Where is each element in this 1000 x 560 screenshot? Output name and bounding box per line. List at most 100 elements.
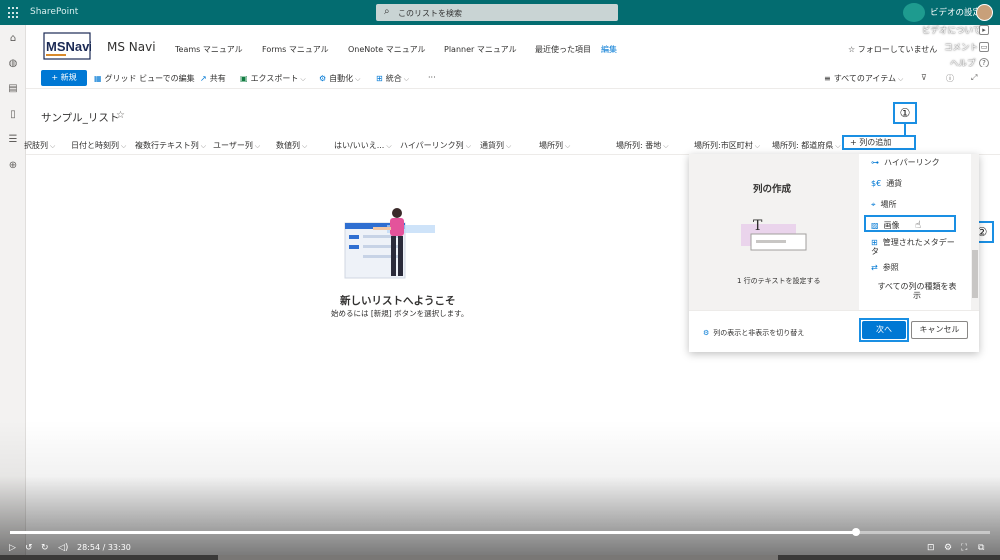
empty-state-title: 新しいリストへようこそ bbox=[340, 295, 456, 307]
cursor-hand-icon: ☝ bbox=[915, 220, 922, 231]
comment-icon[interactable]: ▭ bbox=[979, 42, 989, 52]
cancel-button[interactable]: キャンセル bbox=[911, 321, 968, 339]
view-icon: ≡ bbox=[824, 74, 831, 83]
new-button[interactable]: + 新規 bbox=[41, 70, 87, 86]
captions-icon[interactable]: ⊡ bbox=[927, 543, 935, 553]
column-header-number[interactable]: 数値列 ⌵ bbox=[276, 140, 307, 151]
fullscreen-icon[interactable]: ⛶ bbox=[961, 543, 967, 553]
automate-icon: ⚙ bbox=[319, 74, 327, 83]
nav-onenote[interactable]: OneNote マニュアル bbox=[348, 44, 426, 55]
column-header-street[interactable]: 場所列: 番地 ⌵ bbox=[616, 140, 669, 151]
app-launcher-icon[interactable] bbox=[8, 7, 20, 19]
brand-name[interactable]: SharePoint bbox=[30, 7, 78, 17]
nav-recent[interactable]: 最近使った項目 bbox=[535, 44, 591, 55]
export-button[interactable]: ▣ エクスポート ⌵ bbox=[240, 73, 306, 84]
site-logo[interactable]: MSNavi bbox=[43, 32, 91, 60]
type-managed-metadata[interactable]: ⊞ 管理されたメタデータ bbox=[871, 238, 959, 256]
lookup-icon: ⇄ bbox=[871, 263, 878, 272]
video-controls-gradient bbox=[0, 420, 1000, 560]
popout-icon[interactable]: ⧉ bbox=[978, 543, 984, 553]
comment-label[interactable]: コメント bbox=[944, 41, 978, 53]
video-time: 28:54 / 33:30 bbox=[77, 543, 131, 552]
nav-planner[interactable]: Planner マニュアル bbox=[444, 44, 517, 55]
more-button[interactable]: ··· bbox=[428, 73, 436, 82]
text-column-preview-icon: T bbox=[741, 218, 807, 251]
nav-forms[interactable]: Forms マニュアル bbox=[262, 44, 329, 55]
nav-edit[interactable]: 編集 bbox=[601, 44, 617, 55]
create-column-panel: 列の作成 T 1 行のテキストを設定する ⊶ ハイパーリンク $€ 通貨 ⌖ 場所 ▨… bbox=[689, 154, 979, 352]
column-preview-pane: 列の作成 T 1 行のテキストを設定する bbox=[689, 154, 859, 310]
callout-1: ① bbox=[893, 102, 917, 124]
news-icon[interactable]: ▤ bbox=[7, 83, 19, 95]
type-currency[interactable]: $€ 通貨 bbox=[871, 178, 902, 189]
column-type-list: ⊶ ハイパーリンク $€ 通貨 ⌖ 場所 ▨ 画像 ⊞ 管理されたメタデータ ⇄ 参照 すべ… bbox=[859, 154, 979, 310]
command-bar: + 新規 ▦ グリッド ビューでの編集 ↗ 共有 ▣ エクスポート ⌵ ⚙ 自動化 ⌵ ⊞ 統… bbox=[26, 67, 1000, 89]
site-title[interactable]: MS Navi bbox=[107, 40, 156, 54]
document-icon[interactable]: ▯ bbox=[7, 109, 19, 121]
view-label: すべてのアイテム bbox=[833, 74, 897, 83]
empty-state-subtitle: 始めるには [新規] ボタンを選択します。 bbox=[331, 309, 469, 318]
filter-icon[interactable]: ⊽ bbox=[921, 73, 927, 82]
info-icon[interactable]: ⓘ bbox=[946, 73, 954, 84]
grid-icon: ▦ bbox=[94, 74, 102, 83]
nav-teams[interactable]: Teams マニュアル bbox=[175, 44, 243, 55]
favorite-star-icon[interactable]: ☆ bbox=[116, 110, 125, 121]
add-column-button[interactable]: + 列の追加 bbox=[842, 135, 916, 150]
column-header-multiline[interactable]: 複数行テキスト列 ⌵ bbox=[135, 140, 206, 151]
list-title[interactable]: サンプル_リスト bbox=[41, 110, 119, 125]
video-settings-label[interactable]: ビデオの設定 bbox=[930, 6, 981, 18]
show-all-column-types[interactable]: すべての列の種類を表示 bbox=[877, 282, 957, 300]
globe-icon[interactable]: ◍ bbox=[7, 58, 19, 70]
preview-description: 1 行のテキストを設定する bbox=[737, 277, 821, 285]
forward-icon[interactable]: ↻ bbox=[41, 543, 49, 553]
share-button[interactable]: ↗ 共有 bbox=[200, 73, 226, 84]
column-header-currency[interactable]: 通貨列 ⌵ bbox=[480, 140, 511, 151]
panel-title: 列の作成 bbox=[753, 184, 792, 195]
automate-label: 自動化 bbox=[329, 74, 354, 83]
logo-text: MSNavi bbox=[46, 39, 91, 54]
type-hyperlink[interactable]: ⊶ ハイパーリンク bbox=[871, 157, 940, 168]
column-header-choice[interactable]: 択肢列 ⌵ bbox=[24, 140, 55, 151]
search-placeholder: このリストを検索 bbox=[398, 9, 462, 18]
column-header-user[interactable]: ユーザー列 ⌵ bbox=[213, 140, 260, 151]
image-type-highlight bbox=[864, 215, 956, 232]
column-header-prefecture[interactable]: 場所列: 都道府県 ⌵ bbox=[772, 140, 841, 151]
show-hide-columns-link[interactable]: ⚙ 列の表示と非表示を切り替え bbox=[703, 328, 804, 338]
search-input[interactable]: ⌕ このリストを検索 bbox=[376, 4, 618, 21]
view-selector[interactable]: ≡ すべてのアイテム ⌵ bbox=[824, 73, 903, 84]
type-location[interactable]: ⌖ 場所 bbox=[871, 199, 897, 210]
player-settings-icon[interactable]: ⚙ bbox=[944, 543, 952, 553]
type-lookup[interactable]: ⇄ 参照 bbox=[871, 262, 899, 273]
share-label: 共有 bbox=[209, 74, 226, 83]
share-icon: ↗ bbox=[200, 74, 207, 83]
column-header-hyperlink[interactable]: ハイパーリンク列 ⌵ bbox=[400, 140, 471, 151]
integrate-label: 統合 bbox=[385, 74, 402, 83]
column-header-city[interactable]: 場所列:市区町村 ⌵ bbox=[694, 140, 760, 151]
avatar[interactable] bbox=[976, 4, 993, 21]
create-icon[interactable]: ⊕ bbox=[7, 160, 19, 172]
rewind-icon[interactable]: ↺ bbox=[25, 543, 33, 553]
grid-edit-button[interactable]: ▦ グリッド ビューでの編集 bbox=[94, 73, 195, 84]
svg-text:T: T bbox=[753, 218, 763, 234]
column-header-yesno[interactable]: はい/いいえ... ⌵ bbox=[334, 140, 392, 151]
column-header-datetime[interactable]: 日付と時刻列 ⌵ bbox=[71, 140, 126, 151]
play-icon[interactable]: ▸ bbox=[979, 25, 989, 35]
automate-button[interactable]: ⚙ 自動化 ⌵ bbox=[319, 73, 360, 84]
expand-icon[interactable]: ⤢ bbox=[971, 73, 977, 83]
column-header-location[interactable]: 場所列 ⌵ bbox=[539, 140, 570, 151]
lists-icon[interactable]: ☰ bbox=[7, 134, 19, 146]
settings-badge bbox=[903, 3, 925, 22]
integrate-icon: ⊞ bbox=[376, 74, 383, 83]
export-label: エクスポート bbox=[250, 74, 299, 83]
panel-footer: ⚙ 列の表示と非表示を切り替え 次へ キャンセル bbox=[689, 310, 979, 352]
integrate-button[interactable]: ⊞ 統合 ⌵ bbox=[376, 73, 409, 84]
video-about-label[interactable]: ビデオについて bbox=[922, 24, 981, 36]
link-icon: ⊶ bbox=[871, 158, 879, 167]
volume-icon[interactable]: ◁) bbox=[58, 543, 68, 553]
follow-button[interactable]: ☆ フォローしていません bbox=[848, 44, 937, 55]
play-button-icon[interactable]: ▷ bbox=[9, 543, 16, 553]
home-icon[interactable]: ⌂ bbox=[7, 33, 19, 45]
video-progress-handle[interactable] bbox=[851, 528, 860, 536]
callout-1-leader bbox=[904, 124, 906, 135]
type-list-scroll-thumb[interactable] bbox=[972, 250, 978, 298]
